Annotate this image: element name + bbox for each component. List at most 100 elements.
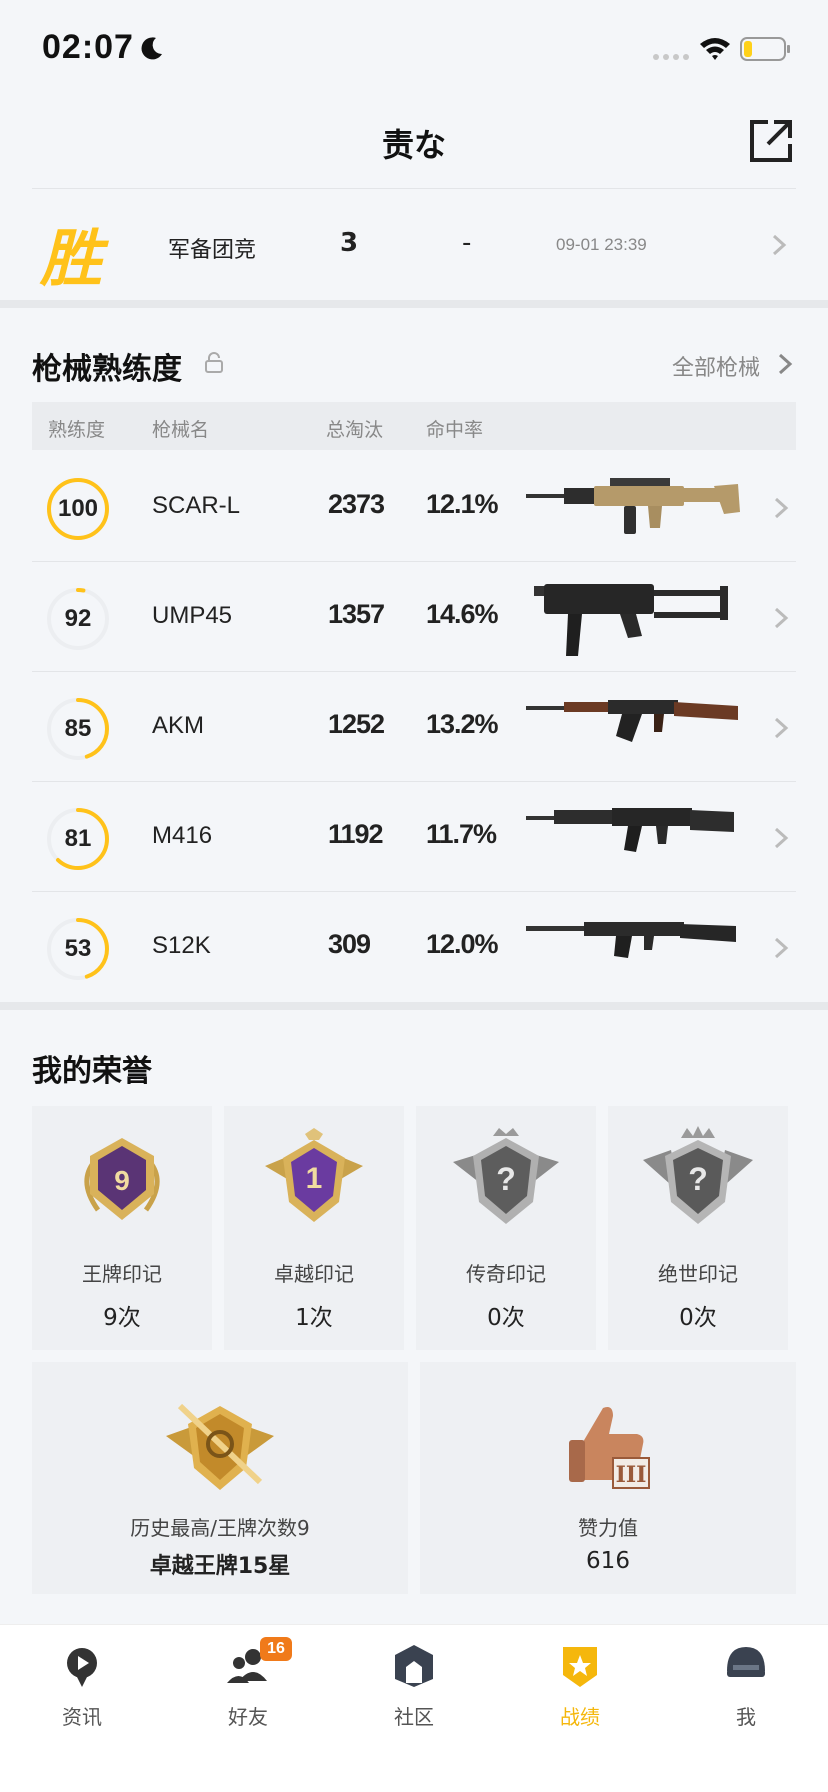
honor-count: 1次 — [295, 1305, 333, 1331]
likes-card[interactable]: III 赞力值 616 — [420, 1362, 796, 1594]
best-rank-label: 历史最高/王牌次数9 — [130, 1516, 310, 1540]
section-separator — [0, 300, 828, 308]
chevron-right-icon — [772, 234, 787, 256]
tab-friends[interactable]: 16 好友 — [198, 1637, 298, 1743]
ace-emblem-icon: 9 — [84, 1138, 160, 1220]
helmet-icon — [727, 1647, 765, 1677]
header: 责な — [0, 100, 828, 188]
weapon-hit-rate: 11.7% — [426, 819, 497, 849]
news-icon — [67, 1648, 97, 1687]
tab-label: 社区 — [394, 1705, 434, 1729]
match-row[interactable]: 胜 军备团竞 3 - 09-01 23:39 — [0, 190, 828, 300]
section-separator — [0, 1002, 828, 1010]
wifi-icon — [700, 38, 730, 60]
all-weapons-link[interactable]: 全部枪械 — [672, 350, 760, 382]
battery-icon — [740, 37, 790, 61]
weapon-hit-rate: 12.1% — [426, 489, 499, 519]
honor-label: 卓越印记 — [274, 1262, 354, 1286]
legend-emblem-locked-icon: ? — [453, 1128, 559, 1224]
weapon-name: M416 — [152, 822, 213, 849]
bottom-tab-bar: 资讯 16 好友 社区 战绩 我 — [0, 1624, 828, 1792]
honor-count: 0次 — [679, 1305, 717, 1331]
weapon-kills: 1252 — [328, 709, 385, 739]
excellence-emblem-icon: 1 — [265, 1128, 363, 1222]
weapon-hit-rate: 14.6% — [426, 599, 499, 629]
column-mastery: 熟练度 — [48, 419, 106, 441]
weapon-row-ump45[interactable]: 92 UMP45 1357 14.6% — [32, 562, 796, 672]
weapon-row-scar-l[interactable]: 100 SCAR-L 2373 12.1% — [32, 452, 796, 562]
best-rank-emblem-icon — [166, 1403, 274, 1490]
weapon-kills: 1192 — [328, 819, 384, 849]
weapon-kills: 309 — [328, 929, 371, 959]
match-kills: 3 — [340, 228, 359, 258]
page-title: 责な — [381, 126, 446, 164]
column-hit-rate: 命中率 — [426, 419, 484, 441]
honor-label: 传奇印记 — [466, 1262, 546, 1286]
chevron-right-icon — [774, 497, 789, 519]
weapon-name: AKM — [152, 712, 205, 739]
svg-text:III: III — [616, 1462, 647, 1488]
tab-record[interactable]: 战绩 — [530, 1643, 630, 1743]
all-weapons-label: 全部枪械 — [672, 356, 761, 381]
mastery-value: 81 — [64, 825, 92, 852]
chevron-right-icon — [774, 717, 789, 739]
signal-icon — [653, 54, 689, 60]
honor-count: 0次 — [487, 1305, 525, 1331]
header-divider — [32, 188, 796, 189]
weapon-name: UMP45 — [152, 602, 233, 629]
thumbs-up-icon: III — [569, 1407, 650, 1489]
record-icon — [563, 1647, 597, 1687]
tab-community[interactable]: 社区 — [364, 1643, 464, 1743]
match-time: 09-01 23:39 — [556, 235, 647, 254]
honor-count: 9次 — [103, 1305, 141, 1331]
moon-icon — [141, 37, 162, 60]
s12k-image — [526, 922, 736, 958]
mastery-value: 92 — [64, 605, 92, 632]
share-icon[interactable] — [748, 118, 794, 164]
mastery-value: 85 — [64, 715, 92, 742]
honors-title: 我的荣誉 — [32, 1054, 152, 1089]
weapon-row-m416[interactable]: 81 M416 1192 11.7% — [32, 782, 796, 892]
community-icon — [395, 1645, 433, 1687]
weapon-hit-rate: 13.2% — [426, 709, 499, 739]
lock-icon[interactable] — [204, 352, 224, 374]
best-rank-value: 卓越王牌15星 — [149, 1554, 291, 1579]
match-rank: - — [462, 228, 472, 258]
ace-emblem-number: 9 — [114, 1165, 130, 1196]
honor-card-peerless[interactable]: ? 绝世印记 0次 — [608, 1106, 788, 1350]
m416-image — [526, 808, 734, 852]
excellence-emblem-number: 1 — [306, 1162, 323, 1195]
honor-label: 王牌印记 — [82, 1262, 162, 1286]
tab-me[interactable]: 我 — [696, 1643, 796, 1743]
weapon-name: S12K — [152, 932, 211, 959]
tab-news[interactable]: 资讯 — [32, 1643, 132, 1743]
weapon-row-s12k[interactable]: 53 S12K 309 12.0% — [32, 892, 796, 1002]
mastery-value: 100 — [57, 495, 99, 522]
chevron-right-icon — [778, 353, 793, 375]
weapon-table-header: 熟练度 枪械名 总淘汰 命中率 — [32, 402, 796, 450]
honor-card-legend[interactable]: ? 传奇印记 0次 — [416, 1106, 596, 1350]
likes-label: 赞力值 — [578, 1516, 638, 1540]
status-time: 02:07 — [42, 28, 134, 66]
tab-label: 好友 — [228, 1705, 268, 1729]
column-total-kills: 总淘汰 — [326, 419, 384, 441]
best-rank-card[interactable]: 历史最高/王牌次数9 卓越王牌15星 — [32, 1362, 408, 1594]
peerless-emblem-locked-icon: ? — [643, 1126, 753, 1224]
honor-card-ace[interactable]: 9 王牌印记 9次 — [32, 1106, 212, 1350]
chevron-right-icon — [774, 607, 789, 629]
tab-label: 我 — [736, 1705, 756, 1729]
weapon-name: SCAR-L — [152, 492, 241, 519]
match-mode: 军备团竞 — [168, 238, 257, 263]
svg-text:?: ? — [688, 1161, 708, 1197]
scar-l-image — [526, 478, 740, 534]
chevron-right-icon — [774, 937, 789, 959]
weapon-mastery-title: 枪械熟练度 — [32, 352, 182, 387]
weapon-row-akm[interactable]: 85 AKM 1252 13.2% — [32, 672, 796, 782]
status-bar: 02:07 — [0, 0, 828, 100]
honor-card-excellence[interactable]: 1 卓越印记 1次 — [224, 1106, 404, 1350]
honor-label: 绝世印记 — [658, 1262, 738, 1286]
likes-value: 616 — [586, 1548, 630, 1574]
svg-text:?: ? — [496, 1161, 516, 1197]
tab-label: 资讯 — [62, 1705, 102, 1729]
chevron-right-icon — [774, 827, 789, 849]
